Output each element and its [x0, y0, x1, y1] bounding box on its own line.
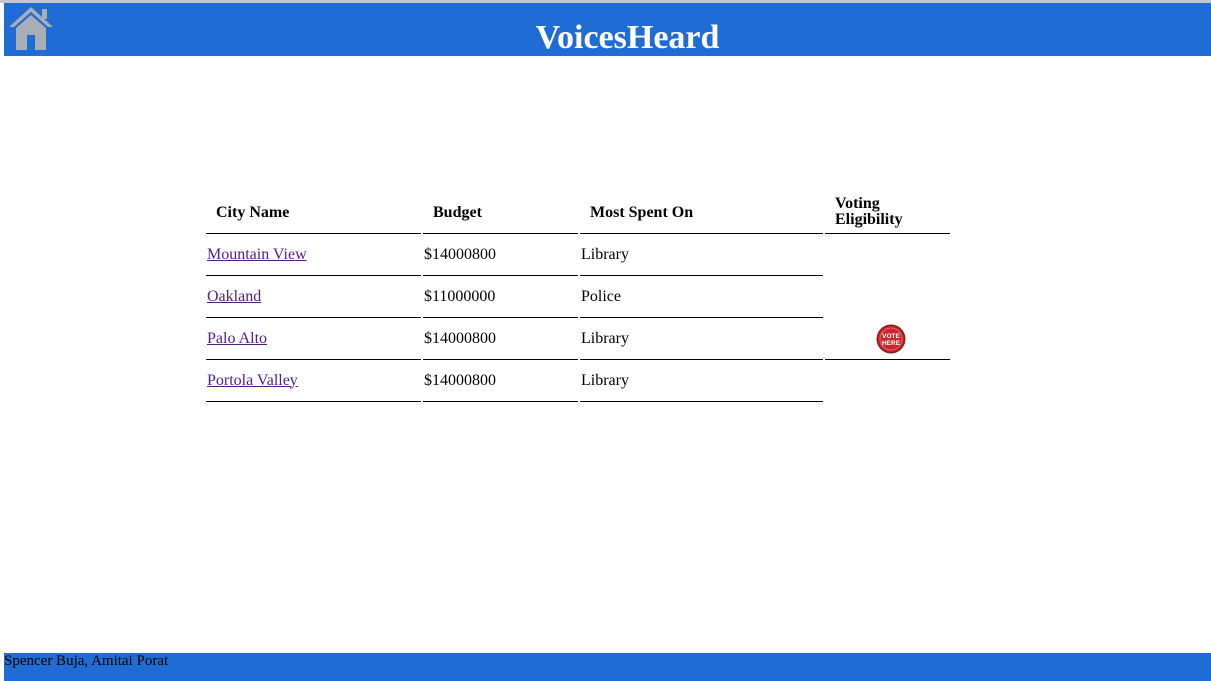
voting-header-line2: Eligibility: [835, 211, 903, 228]
footer-bar: Spencer Buja, Amitai Porat: [4, 653, 1211, 681]
app-title: VoicesHeard: [535, 19, 720, 56]
most-spent-cell: Library: [580, 234, 823, 276]
budget-cell: $14000800: [423, 360, 578, 402]
city-cell: Mountain View: [206, 234, 421, 276]
budget-cell: $11000000: [423, 276, 578, 318]
table-row: Portola Valley $14000800 Library: [206, 360, 950, 402]
city-cell: Palo Alto: [206, 318, 421, 360]
column-header-voting-eligibility: Voting Eligibility: [825, 191, 950, 234]
column-header-city: City Name: [206, 191, 421, 234]
vote-cell: VOTE HERE: [825, 318, 950, 360]
city-link-oakland[interactable]: Oakland: [207, 288, 261, 305]
table-row: Palo Alto $14000800 Library VOTE HERE: [206, 318, 950, 360]
city-link-mountain-view[interactable]: Mountain View: [207, 246, 307, 263]
city-cell: Oakland: [206, 276, 421, 318]
most-spent-cell: Police: [580, 276, 823, 318]
most-spent-cell: Library: [580, 318, 823, 360]
table-row: Mountain View $14000800 Library: [206, 234, 950, 276]
budget-cell: $14000800: [423, 318, 578, 360]
column-header-most-spent: Most Spent On: [580, 191, 823, 234]
vote-cell: [825, 360, 950, 402]
header-bar: VoicesHeard: [4, 3, 1211, 56]
vote-badge-line1: VOTE: [882, 333, 900, 340]
most-spent-cell: Library: [580, 360, 823, 402]
column-header-budget: Budget: [423, 191, 578, 234]
city-link-palo-alto[interactable]: Palo Alto: [207, 330, 267, 347]
vote-badge-line2: HERE: [881, 340, 900, 347]
table-header-row: City Name Budget Most Spent On Voting El…: [206, 191, 950, 234]
table-row: Oakland $11000000 Police: [206, 276, 950, 318]
vote-here-icon[interactable]: VOTE HERE: [876, 324, 906, 354]
city-link-portola-valley[interactable]: Portola Valley: [207, 372, 298, 389]
vote-cell: [825, 276, 950, 318]
vote-cell: [825, 234, 950, 276]
city-cell: Portola Valley: [206, 360, 421, 402]
footer-credits: Spencer Buja, Amitai Porat: [4, 653, 169, 669]
budget-cell: $14000800: [423, 234, 578, 276]
cities-table: City Name Budget Most Spent On Voting El…: [204, 191, 952, 402]
voting-header-line1: Voting: [835, 195, 880, 212]
